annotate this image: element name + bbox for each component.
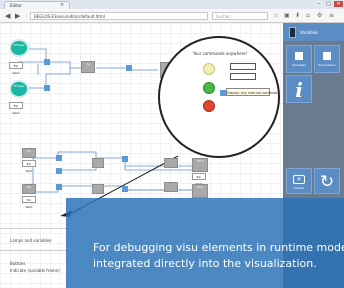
block-label: 01	[27, 149, 31, 153]
home-icon[interactable]: ⌂	[306, 11, 310, 20]
minimize-button[interactable]: –	[314, 1, 323, 7]
variables-button[interactable]: Variables	[286, 45, 312, 73]
parameters-button[interactable]: Parameters	[314, 45, 340, 73]
lamp-green[interactable]	[203, 82, 215, 94]
maximize-button[interactable]: □	[324, 1, 333, 7]
input-block[interactable]: 01	[22, 148, 36, 158]
caption-line-1: For debugging visu elements in runtime m…	[93, 241, 344, 254]
square-icon	[295, 52, 303, 60]
lamp-red[interactable]	[203, 100, 215, 112]
button-label: Variables	[292, 63, 306, 67]
output-block[interactable]: OUT	[192, 184, 208, 198]
download-icon[interactable]: ⬇	[295, 11, 300, 20]
variable-tooltip: Display any internal variables!	[226, 88, 279, 96]
variable-node-label: Erfolge	[13, 84, 25, 88]
button-label: Delete	[294, 186, 304, 190]
connector-node[interactable]	[122, 156, 128, 162]
logic-block[interactable]: &	[81, 61, 95, 73]
connector-node[interactable]	[56, 155, 62, 161]
section-title: Lamps and variables	[10, 238, 52, 243]
logic-block[interactable]	[164, 158, 178, 168]
connector-node[interactable]	[220, 90, 226, 96]
block-label: 01	[27, 185, 31, 189]
lamp-yellow[interactable]	[203, 63, 215, 75]
logic-block[interactable]	[92, 158, 104, 168]
clipboard-icon[interactable]: ▣	[284, 11, 290, 20]
output-block[interactable]: OUT	[192, 158, 208, 172]
settings-icon[interactable]: ⚙	[317, 11, 322, 20]
block-label: &	[86, 62, 90, 66]
close-window-button[interactable]: ✕	[334, 1, 343, 7]
connector-node[interactable]	[56, 184, 62, 190]
menu-icon[interactable]: ≡	[329, 11, 334, 20]
button-label: Parameters	[318, 63, 336, 67]
list-item[interactable]: Indicate (variable frame)	[10, 268, 60, 273]
value-label: Ein Wert	[22, 196, 36, 209]
divider	[0, 250, 68, 251]
logic-block[interactable]	[164, 182, 178, 192]
magnifier-title: Your commands anywhere!	[192, 51, 248, 56]
logic-block[interactable]	[92, 184, 104, 194]
connector-node[interactable]	[126, 65, 132, 71]
block-label: OUT	[196, 159, 204, 163]
value-label: Ein Wert	[192, 173, 206, 186]
input-block[interactable]: 01	[22, 184, 36, 194]
info-icon[interactable]: i	[286, 75, 312, 103]
square-icon	[323, 52, 331, 60]
delete-button[interactable]: ✕ Delete	[286, 168, 312, 194]
refresh-icon[interactable]: ↻	[314, 168, 340, 194]
divider	[0, 228, 68, 229]
list-item[interactable]: Buttons	[10, 261, 25, 266]
connector-node[interactable]	[44, 85, 50, 91]
value-label: Ein Wert	[9, 62, 23, 75]
variable-node-label: Erfolge	[13, 43, 25, 47]
block-label: OUT	[196, 185, 204, 189]
close-icon: ✕	[293, 175, 305, 184]
connector-node[interactable]	[44, 59, 50, 65]
connector-node[interactable]	[122, 186, 128, 192]
connector-node[interactable]	[56, 168, 62, 174]
phone-icon[interactable]	[289, 27, 296, 38]
value-field[interactable]	[230, 73, 256, 80]
value-label: Ein Wert	[22, 160, 36, 173]
panel-header-label: Variables	[300, 30, 319, 35]
value-label: Ein Wert	[9, 102, 23, 115]
value-field[interactable]	[230, 63, 256, 70]
caption-line-2: integrated directly into the visualizati…	[93, 257, 317, 270]
